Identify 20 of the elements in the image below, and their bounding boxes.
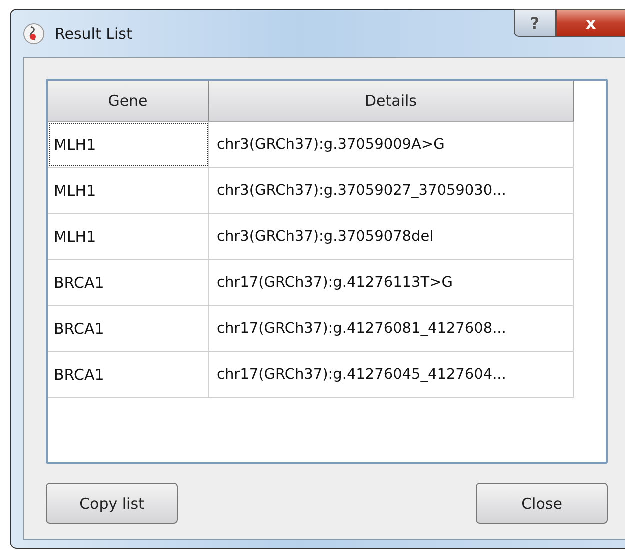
dialog-button[interactable]: Close <box>476 483 608 524</box>
table-cell: chr3(GRCh37):g.37059078del <box>209 214 574 259</box>
column-header[interactable]: Gene <box>48 81 209 121</box>
table-cell: chr17(GRCh37):g.41276045_4127604... <box>209 352 574 397</box>
table-cell: chr3(GRCh37):g.37059009A>G <box>209 122 574 167</box>
app-icon <box>23 22 45 44</box>
table-cell: chr3(GRCh37):g.37059027_37059030... <box>209 168 574 213</box>
dialog-button[interactable]: Copy list <box>46 483 178 524</box>
table-cell: BRCA1 <box>48 260 209 305</box>
window-close-button[interactable]: x <box>556 9 625 37</box>
help-button[interactable]: ? <box>514 9 556 37</box>
table-cell: chr17(GRCh37):g.41276081_4127608... <box>209 306 574 351</box>
column-header[interactable]: Details <box>209 81 574 121</box>
table-cell: BRCA1 <box>48 352 209 397</box>
window-title: Result List <box>55 24 132 42</box>
table-cell: chr17(GRCh37):g.41276113T>G <box>209 260 574 305</box>
table-cell: BRCA1 <box>48 306 209 351</box>
table-cell: MLH1 <box>48 122 209 167</box>
table-cell: MLH1 <box>48 214 209 259</box>
table-cell: MLH1 <box>48 168 209 213</box>
